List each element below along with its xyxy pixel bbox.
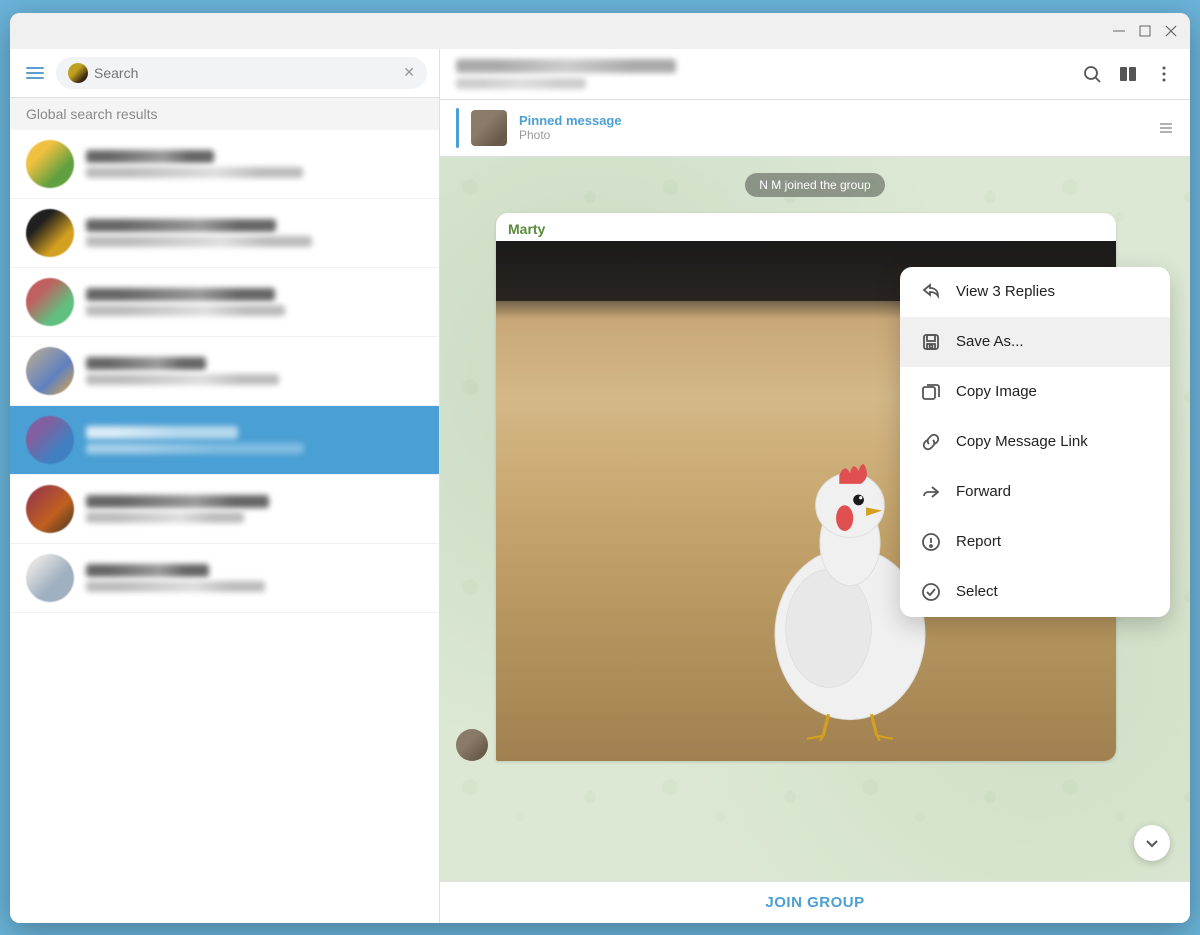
join-group-button[interactable]: JOIN GROUP	[765, 894, 864, 911]
pinned-sublabel: Photo	[519, 128, 1146, 142]
result-avatar	[26, 278, 74, 326]
chat-header-actions	[1082, 64, 1174, 84]
join-badge-text: N M joined the group	[745, 173, 884, 197]
maximize-btn[interactable]	[1138, 24, 1152, 38]
menu-item-label-view-replies: View 3 Replies	[956, 283, 1055, 300]
result-title	[86, 357, 206, 370]
pinned-info: Pinned message Photo	[519, 113, 1146, 142]
menu-item-label-forward: Forward	[956, 483, 1011, 500]
search-wrapper: ✕	[56, 57, 427, 89]
minimize-btn[interactable]	[1112, 24, 1126, 38]
menu-item-label-copy-link: Copy Message Link	[956, 433, 1088, 450]
result-avatar	[26, 209, 74, 257]
context-menu-item-copy-link[interactable]: Copy Message Link	[900, 417, 1170, 467]
result-item[interactable]	[10, 475, 439, 544]
context-menu-item-view-replies[interactable]: View 3 Replies	[900, 267, 1170, 317]
results-list	[10, 130, 439, 923]
select-icon	[920, 581, 942, 603]
message-sender: Marty	[496, 213, 1116, 241]
result-text	[86, 288, 423, 316]
result-item[interactable]	[10, 199, 439, 268]
result-item[interactable]	[10, 268, 439, 337]
search-results-label: Global search results	[10, 98, 439, 130]
link-icon	[920, 431, 942, 453]
search-input[interactable]	[94, 65, 397, 81]
columns-icon[interactable]	[1118, 64, 1138, 84]
result-title	[86, 426, 238, 439]
result-text	[86, 150, 423, 178]
result-avatar	[26, 140, 74, 188]
report-icon	[920, 531, 942, 553]
main-content: ✕ Global search results	[10, 49, 1190, 923]
menu-item-label-save-as: Save As...	[956, 333, 1024, 350]
result-text	[86, 426, 423, 454]
reply-icon	[920, 281, 942, 303]
menu-item-label-copy-image: Copy Image	[956, 383, 1037, 400]
result-desc	[86, 374, 279, 385]
scroll-to-bottom-btn[interactable]	[1134, 825, 1170, 861]
pinned-actions[interactable]	[1158, 120, 1174, 136]
join-notification: N M joined the group	[456, 173, 1174, 197]
chat-header-info	[456, 59, 1070, 89]
copy-image-icon	[920, 381, 942, 403]
result-text	[86, 564, 423, 592]
result-title	[86, 288, 275, 301]
context-menu-item-report[interactable]: Report	[900, 517, 1170, 567]
sidebar: ✕ Global search results	[10, 49, 440, 923]
result-text	[86, 357, 423, 385]
result-title	[86, 564, 209, 577]
search-bar: ✕	[10, 49, 439, 98]
context-menu-item-forward[interactable]: Forward	[900, 467, 1170, 517]
result-item[interactable]	[10, 544, 439, 613]
pinned-thumbnail	[471, 110, 507, 146]
result-avatar	[26, 554, 74, 602]
result-desc	[86, 512, 244, 523]
search-chat-icon[interactable]	[1082, 64, 1102, 84]
message-avatar	[456, 729, 488, 761]
result-item[interactable]	[10, 337, 439, 406]
result-avatar	[26, 485, 74, 533]
more-icon[interactable]	[1154, 64, 1174, 84]
result-title	[86, 495, 269, 508]
result-desc	[86, 236, 312, 247]
result-desc	[86, 305, 285, 316]
result-item[interactable]	[10, 406, 439, 475]
context-menu-item-select[interactable]: Select	[900, 567, 1170, 617]
chat-panel: Pinned message Photo N M joined the grou…	[440, 49, 1190, 923]
pinned-message-bar[interactable]: Pinned message Photo	[440, 100, 1190, 157]
result-avatar	[26, 416, 74, 464]
result-avatar	[26, 347, 74, 395]
menu-item-label-select: Select	[956, 583, 998, 600]
context-menu: View 3 Replies Save As... Copy Image Copy M…	[900, 267, 1170, 617]
context-menu-item-copy-image[interactable]: Copy Image	[900, 367, 1170, 417]
chat-header	[440, 49, 1190, 100]
result-text	[86, 495, 423, 523]
result-text	[86, 219, 423, 247]
app-window: ✕ Global search results	[10, 13, 1190, 923]
save-icon	[920, 331, 942, 353]
pinned-accent	[456, 108, 459, 148]
pinned-label: Pinned message	[519, 113, 1146, 128]
chat-messages: N M joined the group Marty	[440, 157, 1190, 881]
menu-icon[interactable]	[22, 63, 48, 83]
result-title	[86, 219, 276, 232]
result-title	[86, 150, 214, 163]
chat-title-blurred	[456, 59, 676, 73]
menu-item-label-report: Report	[956, 533, 1001, 550]
result-desc	[86, 167, 303, 178]
close-btn[interactable]	[1164, 24, 1178, 38]
result-item[interactable]	[10, 130, 439, 199]
context-menu-item-save-as[interactable]: Save As...	[900, 317, 1170, 367]
clear-search-icon[interactable]: ✕	[403, 64, 415, 81]
result-desc	[86, 581, 265, 592]
forward-icon	[920, 481, 942, 503]
chat-footer: JOIN GROUP	[440, 881, 1190, 923]
title-bar	[10, 13, 1190, 49]
chat-subtitle-blurred	[456, 78, 586, 89]
search-avatar	[68, 63, 88, 83]
result-desc	[86, 443, 304, 454]
